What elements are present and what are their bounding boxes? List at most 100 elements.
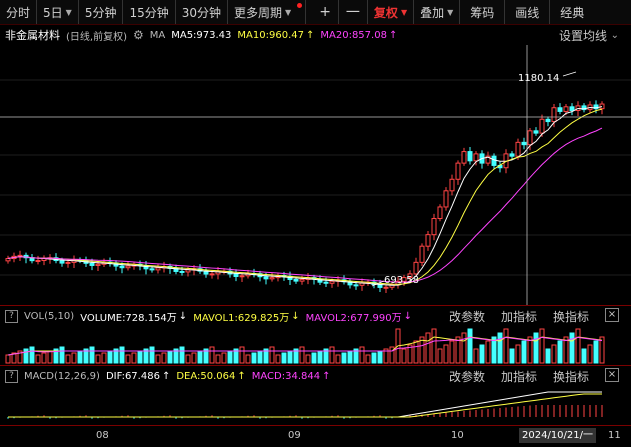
draw-line-button[interactable]: 画线	[505, 0, 551, 24]
volume-bar	[251, 352, 257, 364]
volume-bar	[107, 350, 113, 364]
volume-chart[interactable]	[0, 325, 631, 365]
macd-chart[interactable]	[0, 385, 631, 425]
help-icon[interactable]: ?	[5, 309, 18, 323]
vol-close-icon[interactable]: ×	[605, 307, 619, 322]
candlestick-chart[interactable]: 1180.14 693.58	[0, 45, 631, 305]
ma10-value: MA10:960.47	[237, 29, 304, 41]
dif-line	[8, 391, 602, 418]
notification-dot-icon	[297, 3, 303, 8]
period-toolbar: 分时 5日 ▼ 5分钟 15分钟 30分钟 更多周期 ▼ + 一 复权 ▼ 叠加 ▼ 筹…	[0, 0, 631, 25]
volume-bar	[239, 346, 245, 364]
volume-bar	[365, 354, 371, 364]
candle-body	[35, 260, 41, 263]
adjust-rights-button[interactable]: 复权 ▼	[368, 0, 415, 24]
macd-edit-params-button[interactable]: 改参数	[449, 368, 485, 385]
candle-body	[443, 190, 449, 208]
candle-body	[551, 107, 557, 123]
tab-more-periods[interactable]: 更多周期 ▼	[228, 0, 307, 24]
ma20-line	[7, 127, 603, 283]
candle-body	[233, 273, 239, 277]
candle-body	[515, 141, 521, 157]
candle-body	[263, 276, 269, 280]
macd-value: MACD:34.844	[251, 370, 321, 382]
volume-bar	[467, 328, 473, 364]
volume-bar	[245, 354, 251, 364]
mavol2-value: MAVOL2:677.990万	[305, 312, 402, 324]
high-price-label: 1180.14	[518, 73, 559, 84]
classic-button[interactable]: 经典	[550, 0, 594, 24]
vol-add-indicator-button[interactable]: 加指标	[501, 308, 537, 325]
chevron-down-icon: ▼	[400, 7, 408, 17]
volume-bar	[473, 348, 479, 364]
volume-bar	[575, 328, 581, 364]
volume-bar	[95, 354, 101, 364]
volume-bar	[125, 354, 131, 364]
volume-bar	[545, 348, 551, 364]
volume-bar	[551, 344, 557, 364]
x-axis-label-oct: 10	[451, 430, 464, 441]
candle-body	[155, 267, 161, 271]
vol-edit-params-button[interactable]: 改参数	[449, 308, 485, 325]
volume-bar	[425, 332, 431, 364]
volume-bar	[179, 346, 185, 364]
candle-body	[65, 261, 71, 264]
volume-bar	[443, 344, 449, 364]
volume-bar	[341, 352, 347, 364]
macd-add-indicator-button[interactable]: 加指标	[501, 368, 537, 385]
macd-header: ? MACD(12,26,9) DIF:67.486 ↑ DEA:50.064 …	[0, 365, 631, 386]
ma-settings-button[interactable]: 设置均线	[559, 27, 607, 44]
overlay-button[interactable]: 叠加 ▼	[414, 0, 461, 24]
candle-body	[269, 277, 275, 280]
macd-switch-indicator-button[interactable]: 换指标	[553, 368, 589, 385]
tab-intraday[interactable]: 分时	[0, 0, 38, 24]
candle-body	[419, 245, 425, 263]
candle-body	[461, 151, 467, 164]
help-icon[interactable]: ?	[5, 369, 18, 383]
volume-bar	[191, 352, 197, 364]
down-arrow-icon: ↓	[291, 310, 300, 322]
candle-body	[17, 254, 23, 257]
volume-bar	[449, 340, 455, 364]
tab-5day[interactable]: 5日 ▼	[37, 0, 79, 24]
volume-bar	[335, 354, 341, 364]
zoom-in-button[interactable]: +	[312, 0, 339, 24]
volume-bar	[497, 332, 503, 364]
volume-bar	[209, 346, 215, 364]
down-arrow-icon: ↓	[403, 310, 413, 322]
vol-switch-indicator-button[interactable]: 换指标	[553, 308, 589, 325]
volume-bar	[431, 328, 437, 364]
tab-30min[interactable]: 30分钟	[176, 0, 229, 24]
candle-body	[533, 130, 539, 134]
gear-icon[interactable]: ⚙	[133, 28, 144, 42]
volume-bar	[59, 346, 65, 364]
x-axis-label-nov: 11	[608, 430, 621, 441]
high-pointer-arrow	[562, 71, 577, 77]
volume-bar	[77, 350, 83, 364]
zoom-out-button[interactable]: 一	[339, 0, 368, 24]
volume-bar	[521, 340, 527, 364]
candle-body	[239, 275, 245, 278]
candle-body	[437, 206, 443, 220]
settings-chevron-icon[interactable]: ⌄	[611, 30, 619, 41]
chip-distribution-button[interactable]: 筹码	[460, 0, 506, 24]
macd-close-icon[interactable]: ×	[605, 367, 619, 382]
volume-bar	[149, 346, 155, 364]
volume-bar	[413, 340, 419, 364]
up-arrow-icon: ↑	[237, 370, 246, 382]
volume-bar	[269, 346, 275, 364]
volume-value: VOLUME:728.154万	[80, 312, 177, 324]
volume-bar	[557, 340, 563, 364]
macd-tools: 改参数 加指标 换指标 ×	[449, 367, 625, 385]
candle-body	[329, 280, 335, 284]
volume-bar	[503, 328, 509, 364]
tab-15min[interactable]: 15分钟	[123, 0, 176, 24]
ma-label: MA	[149, 29, 166, 41]
tab-5min[interactable]: 5分钟	[79, 0, 124, 24]
kline-header: 非金属材料 (日线,前复权) ⚙ MA MA5:973.43 MA10:960.…	[0, 25, 631, 45]
down-arrow-icon: ↓	[178, 310, 188, 322]
candle-body	[149, 268, 155, 271]
candle-body	[383, 286, 389, 289]
volume-bar	[593, 340, 599, 364]
candle-body	[455, 162, 461, 180]
